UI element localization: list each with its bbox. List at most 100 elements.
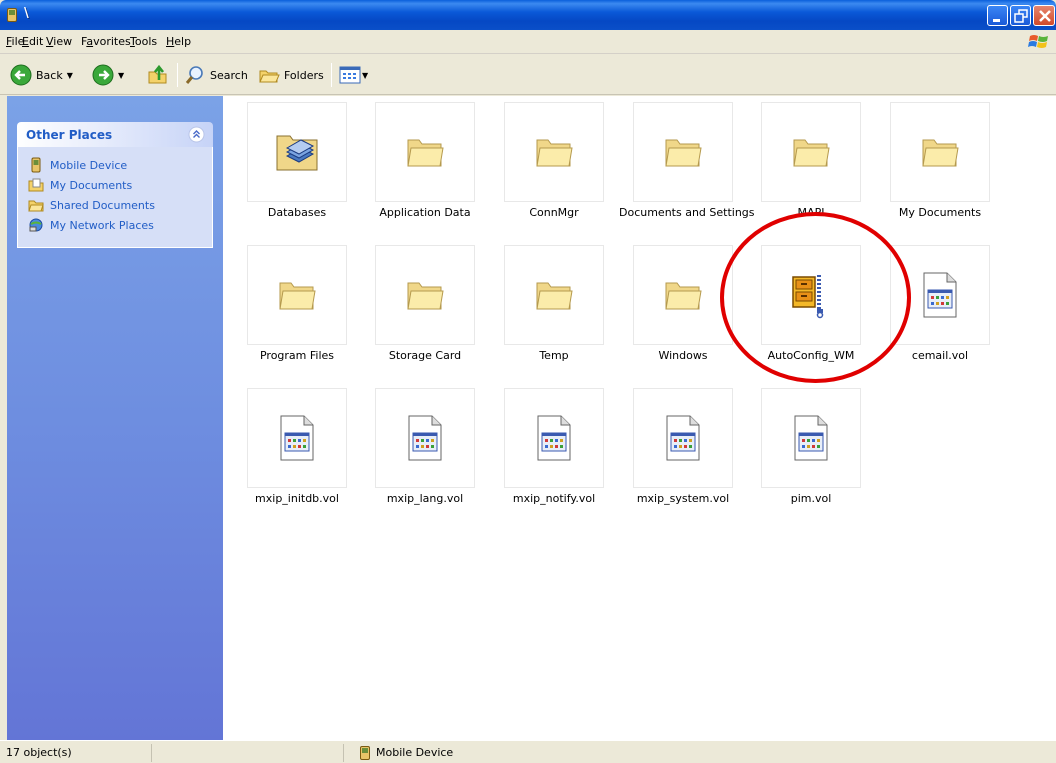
file-item[interactable]: mxip_lang.vol bbox=[361, 382, 489, 522]
collapse-icon[interactable] bbox=[188, 126, 205, 143]
minimize-button[interactable] bbox=[987, 5, 1008, 26]
views-button[interactable]: ▼ bbox=[339, 62, 368, 88]
back-arrow-icon bbox=[10, 64, 32, 86]
network-places-icon bbox=[29, 218, 43, 232]
item-thumbnail bbox=[761, 102, 861, 202]
file-item[interactable]: My Documents bbox=[876, 96, 1004, 236]
chevron-down-icon[interactable]: ▼ bbox=[362, 71, 368, 80]
folder-icon bbox=[665, 282, 702, 310]
mobile-device-icon bbox=[7, 8, 17, 22]
menu-item[interactable]: Tools bbox=[130, 35, 157, 48]
item-label: Documents and Settings bbox=[619, 206, 755, 219]
item-thumbnail bbox=[375, 245, 475, 345]
other-places-link[interactable]: My Network Places bbox=[18, 215, 212, 235]
other-places-title: Other Places bbox=[26, 128, 113, 142]
file-item[interactable]: Temp bbox=[490, 239, 618, 379]
file-item[interactable]: ConnMgr bbox=[490, 96, 618, 236]
file-item[interactable]: Application Data bbox=[361, 96, 489, 236]
item-thumbnail bbox=[504, 245, 604, 345]
vol-file-icon bbox=[794, 415, 828, 461]
scrollbar-track[interactable] bbox=[1050, 96, 1056, 740]
folders-icon bbox=[259, 70, 280, 83]
item-label: Windows bbox=[658, 349, 708, 362]
close-button[interactable] bbox=[1033, 5, 1055, 26]
other-places-link-label: Shared Documents bbox=[50, 198, 155, 212]
other-places-link[interactable]: My Documents bbox=[18, 175, 212, 195]
item-label: mxip_lang.vol bbox=[386, 492, 464, 505]
menu-bar: File Edit View Favorites Tools Help bbox=[0, 30, 1056, 54]
file-item[interactable]: Documents and Settings bbox=[619, 96, 755, 236]
vol-file-icon bbox=[537, 415, 571, 461]
folder-icon bbox=[407, 139, 444, 167]
other-places-panel: Other Places Mobile Device My Documents Sh… bbox=[17, 122, 213, 248]
folder-icon bbox=[793, 139, 830, 167]
item-thumbnail bbox=[375, 388, 475, 488]
vol-file-icon bbox=[280, 415, 314, 461]
file-item[interactable]: Program Files bbox=[233, 239, 361, 379]
restore-icon bbox=[1014, 9, 1028, 23]
toolbar: Back ▼ ▼ Search Folders ▼ bbox=[0, 55, 1056, 95]
other-places-link-label: My Network Places bbox=[50, 218, 154, 232]
toolbar-separator bbox=[177, 63, 178, 87]
item-thumbnail bbox=[247, 388, 347, 488]
chevron-down-icon[interactable]: ▼ bbox=[67, 71, 73, 80]
menu-item[interactable]: Help bbox=[166, 35, 191, 48]
item-label: Databases bbox=[267, 206, 327, 219]
menu-item[interactable]: View bbox=[46, 35, 72, 48]
back-button[interactable]: Back ▼ bbox=[10, 62, 73, 88]
folders-label: Folders bbox=[284, 68, 324, 82]
folder-icon bbox=[922, 139, 959, 167]
item-thumbnail bbox=[375, 102, 475, 202]
vol-file-icon bbox=[408, 415, 442, 461]
file-item[interactable]: Storage Card bbox=[361, 239, 489, 379]
task-pane: Other Places Mobile Device My Documents Sh… bbox=[7, 96, 223, 740]
item-thumbnail bbox=[504, 102, 604, 202]
menu-item[interactable]: Favorites bbox=[81, 35, 131, 48]
my-documents-icon bbox=[28, 178, 44, 192]
item-label: Storage Card bbox=[388, 349, 462, 362]
item-label: mxip_notify.vol bbox=[512, 492, 596, 505]
restore-button[interactable] bbox=[1010, 5, 1031, 26]
back-label: Back bbox=[36, 68, 63, 82]
forward-arrow-icon bbox=[92, 64, 114, 86]
other-places-links: Mobile Device My Documents Shared Document… bbox=[17, 147, 213, 248]
item-thumbnail bbox=[247, 245, 347, 345]
other-places-link[interactable]: Mobile Device bbox=[18, 155, 212, 175]
item-thumbnail bbox=[633, 245, 733, 345]
status-location: Mobile Device bbox=[376, 746, 454, 759]
item-thumbnail bbox=[761, 388, 861, 488]
file-item[interactable]: pim.vol bbox=[747, 382, 875, 522]
up-folder-button[interactable] bbox=[146, 62, 170, 88]
search-label: Search bbox=[210, 68, 248, 82]
chevron-down-icon[interactable]: ▼ bbox=[118, 71, 124, 80]
item-thumbnail bbox=[890, 102, 990, 202]
views-icon bbox=[339, 66, 361, 84]
object-count: 17 object(s) bbox=[6, 746, 72, 759]
item-label: mxip_system.vol bbox=[636, 492, 730, 505]
highlight-annotation bbox=[720, 212, 911, 383]
file-item[interactable]: mxip_notify.vol bbox=[490, 382, 618, 522]
other-places-header[interactable]: Other Places bbox=[17, 122, 213, 147]
item-label: pim.vol bbox=[790, 492, 832, 505]
search-button[interactable]: Search bbox=[184, 62, 248, 88]
file-item[interactable]: mxip_initdb.vol bbox=[233, 382, 361, 522]
menu-item[interactable]: Edit bbox=[22, 35, 43, 48]
folder-icon bbox=[665, 139, 702, 167]
up-folder-icon bbox=[148, 64, 167, 84]
status-bar: 17 object(s) Mobile Device bbox=[0, 740, 1056, 763]
file-item[interactable]: mxip_system.vol bbox=[619, 382, 747, 522]
file-view: Databases Application Data ConnMgr Document… bbox=[223, 96, 1056, 740]
item-thumbnail bbox=[633, 388, 733, 488]
forward-button[interactable]: ▼ bbox=[92, 62, 124, 88]
file-item[interactable]: Databases bbox=[233, 96, 361, 236]
other-places-link[interactable]: Shared Documents bbox=[18, 195, 212, 215]
item-label: Program Files bbox=[259, 349, 335, 362]
item-thumbnail bbox=[504, 388, 604, 488]
folder-icon bbox=[536, 282, 573, 310]
title-bar[interactable]: \ bbox=[0, 0, 1056, 30]
close-icon bbox=[1039, 10, 1051, 22]
folder-icon bbox=[536, 139, 573, 167]
folders-button[interactable]: Folders bbox=[258, 62, 324, 88]
folder-icon bbox=[279, 282, 316, 310]
other-places-link-label: My Documents bbox=[50, 178, 133, 192]
